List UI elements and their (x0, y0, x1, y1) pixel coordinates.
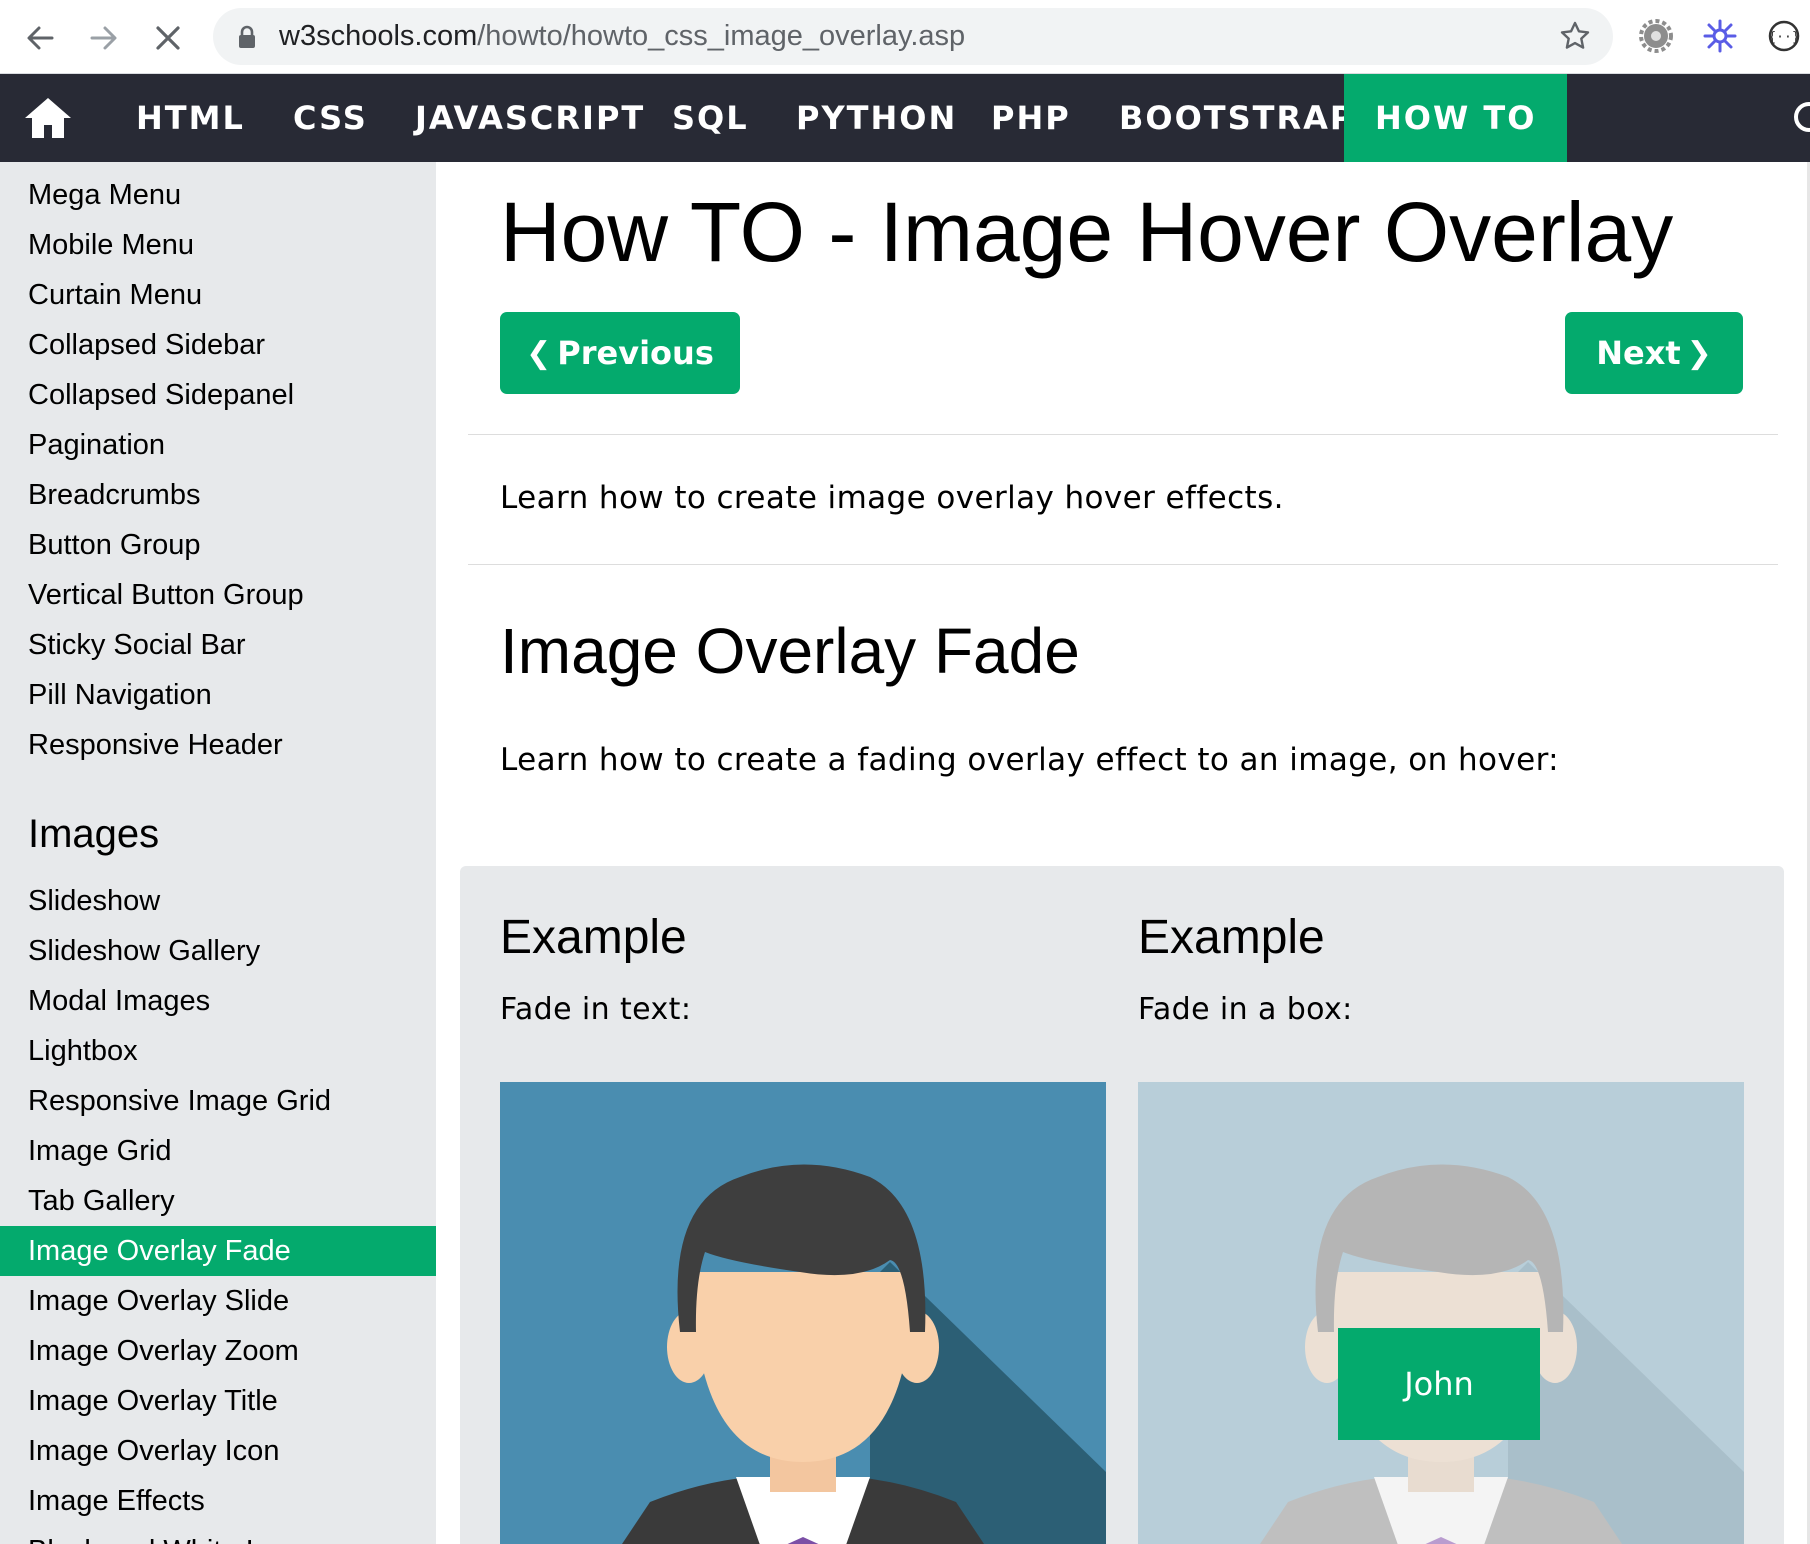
nav-howto[interactable]: HOW TO (1344, 74, 1568, 162)
sidebar-item-vertical-button-group[interactable]: Vertical Button Group (0, 570, 436, 620)
sidebar-item-button-group[interactable]: Button Group (0, 520, 436, 570)
browser-toolbar: w3schools.com/howto/howto_css_image_over… (0, 0, 1810, 74)
nav-sql[interactable]: SQL (672, 74, 749, 162)
top-navigation: HTML CSS JAVASCRIPT SQL PYTHON PHP BOOTS… (0, 74, 1810, 162)
main-content: How TO - Image Hover Overlay ❮ Previous … (436, 162, 1810, 1544)
sidebar-item-image-overlay-icon[interactable]: Image Overlay Icon (0, 1426, 436, 1476)
page-title: How TO - Image Hover Overlay (500, 185, 1674, 279)
nav-javascript[interactable]: JAVASCRIPT (415, 74, 645, 162)
nav-html[interactable]: HTML (136, 74, 245, 162)
nav-bootstrap[interactable]: BOOTSTRAP (1119, 74, 1355, 162)
url-domain: w3schools.com (279, 20, 478, 52)
nav-python[interactable]: PYTHON (796, 74, 957, 162)
lock-icon[interactable] (237, 25, 257, 54)
sidebar-item-pagination[interactable]: Pagination (0, 420, 436, 470)
extension-sparkle-icon[interactable] (1700, 16, 1740, 56)
sidebar-item-image-grid[interactable]: Image Grid (0, 1126, 436, 1176)
sidebar-item-collapsed-sidebar[interactable]: Collapsed Sidebar (0, 320, 436, 370)
sidebar-item-slideshow-gallery[interactable]: Slideshow Gallery (0, 926, 436, 976)
intro-text: Learn how to create image overlay hover … (500, 480, 1284, 516)
example-title: Example (1138, 911, 1325, 964)
sidebar-item-mega-menu[interactable]: Mega Menu (0, 170, 436, 220)
star-icon[interactable] (1559, 20, 1591, 57)
sidebar-item-sticky-social-bar[interactable]: Sticky Social Bar (0, 620, 436, 670)
extension-json-icon[interactable]: {··} (1764, 16, 1804, 56)
home-icon[interactable] (22, 94, 74, 142)
sidebar-item-breadcrumbs[interactable]: Breadcrumbs (0, 470, 436, 520)
avatar-image-faded[interactable]: John (1138, 1082, 1744, 1544)
divider (468, 434, 1778, 435)
previous-label: Previous (557, 334, 714, 372)
url-path: /howto/howto_css_image_overlay.asp (477, 20, 966, 52)
sidebar: Mega Menu Mobile Menu Curtain Menu Colla… (0, 162, 436, 1544)
address-bar[interactable]: w3schools.com/howto/howto_css_image_over… (213, 8, 1613, 65)
sidebar-item-image-overlay-zoom[interactable]: Image Overlay Zoom (0, 1326, 436, 1376)
sidebar-item-responsive-header[interactable]: Responsive Header (0, 720, 436, 770)
chevron-right-icon: ❯ (1686, 335, 1712, 371)
nav-php[interactable]: PHP (991, 74, 1071, 162)
divider (468, 564, 1778, 565)
close-icon[interactable] (144, 14, 192, 62)
svg-text:{··}: {··} (1768, 30, 1799, 45)
extension-gear-icon[interactable] (1636, 16, 1676, 56)
sidebar-item-image-overlay-title[interactable]: Image Overlay Title (0, 1376, 436, 1426)
chevron-left-icon: ❮ (526, 335, 552, 371)
example-title: Example (500, 911, 687, 964)
sidebar-item-slideshow[interactable]: Slideshow (0, 876, 436, 926)
sidebar-item-image-effects[interactable]: Image Effects (0, 1476, 436, 1526)
nav-css[interactable]: CSS (293, 74, 368, 162)
sidebar-item-image-overlay-fade[interactable]: Image Overlay Fade (0, 1226, 436, 1276)
url-text[interactable]: w3schools.com/howto/howto_css_image_over… (279, 8, 965, 65)
previous-button[interactable]: ❮ Previous (500, 312, 740, 394)
overlay-box: John (1338, 1328, 1540, 1440)
sidebar-item-image-overlay-slide[interactable]: Image Overlay Slide (0, 1276, 436, 1326)
next-label: Next (1596, 334, 1681, 372)
next-button[interactable]: Next ❯ (1565, 312, 1743, 394)
sidebar-item-modal-images[interactable]: Modal Images (0, 976, 436, 1026)
sidebar-item-curtain-menu[interactable]: Curtain Menu (0, 270, 436, 320)
avatar-image[interactable] (500, 1082, 1106, 1544)
example-subtitle: Fade in text: (500, 992, 692, 1027)
arrow-left-icon[interactable] (16, 14, 64, 62)
example-container: Example Fade in text: Example Fade in a … (460, 866, 1784, 1544)
sidebar-item-collapsed-sidepanel[interactable]: Collapsed Sidepanel (0, 370, 436, 420)
search-icon[interactable] (1794, 102, 1810, 132)
sidebar-item-responsive-image-grid[interactable]: Responsive Image Grid (0, 1076, 436, 1126)
sidebar-item-lightbox[interactable]: Lightbox (0, 1026, 436, 1076)
section-title: Image Overlay Fade (500, 615, 1080, 687)
sidebar-item-black-and-white-image[interactable]: Black and White Image (0, 1526, 436, 1544)
sidebar-item-tab-gallery[interactable]: Tab Gallery (0, 1176, 436, 1226)
arrow-right-icon[interactable] (80, 14, 128, 62)
example-subtitle: Fade in a box: (1138, 992, 1353, 1027)
sidebar-heading-images: Images (28, 812, 160, 856)
sidebar-item-mobile-menu[interactable]: Mobile Menu (0, 220, 436, 270)
section-lead: Learn how to create a fading overlay eff… (500, 742, 1560, 778)
sidebar-item-pill-navigation[interactable]: Pill Navigation (0, 670, 436, 720)
